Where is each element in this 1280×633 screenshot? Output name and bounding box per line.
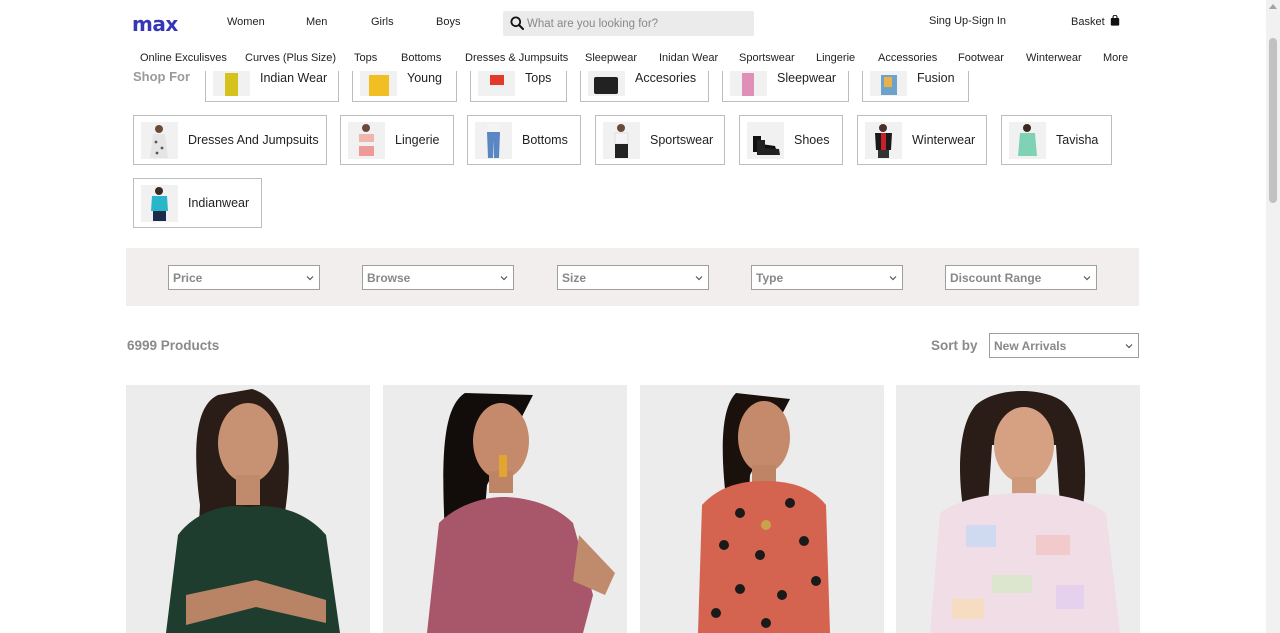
type-filter[interactable]: Type: [751, 265, 903, 290]
product-card-4[interactable]: [896, 385, 1140, 633]
basket-label: Basket: [1071, 16, 1105, 28]
discount-range-filter-label: Discount Range: [950, 271, 1042, 285]
signin-link[interactable]: Sing Up-Sign In: [929, 15, 1006, 27]
shop-for-heading: Shop For: [133, 69, 191, 84]
chevron-down-icon: [306, 276, 314, 281]
product-image: [427, 393, 615, 633]
tile-label: Fusion: [917, 71, 955, 85]
tile-label: Winterwear: [912, 133, 976, 147]
shopping-bag-icon: [1110, 15, 1119, 26]
category-nav: Online Exculisves Curves (Plus Size) Top…: [0, 44, 1266, 71]
thumbnail-image: [348, 122, 385, 159]
thumbnail-image: [141, 122, 178, 159]
search-input[interactable]: [527, 14, 747, 33]
thumbnail-image: [1009, 122, 1046, 159]
shop-tile-shoes[interactable]: Shoes: [739, 115, 843, 165]
price-filter-label: Price: [173, 271, 203, 285]
product-count: 6999 Products: [127, 338, 220, 353]
cat-online-exclusives[interactable]: Online Exculisves: [140, 52, 227, 64]
max-logo[interactable]: max: [132, 12, 178, 36]
nav-girls[interactable]: Girls: [371, 16, 394, 28]
cat-lingerie[interactable]: Lingerie: [816, 52, 855, 64]
nav-women[interactable]: Women: [227, 16, 265, 28]
product-image: [698, 393, 830, 633]
tile-label: Sleepwear: [777, 71, 837, 85]
cat-tops[interactable]: Tops: [354, 52, 377, 64]
chevron-down-icon: [889, 276, 897, 281]
chevron-down-icon: [1083, 276, 1091, 281]
cat-more[interactable]: More: [1103, 52, 1128, 64]
site-header: max Women Men Girls Boys Sing Up-Sign In…: [0, 0, 1266, 44]
size-filter[interactable]: Size: [557, 265, 709, 290]
cat-curves[interactable]: Curves (Plus Size): [245, 52, 336, 64]
nav-men[interactable]: Men: [306, 16, 327, 28]
chevron-down-icon: [1125, 344, 1133, 349]
tile-label: Sportswear: [650, 133, 714, 147]
product-card-1[interactable]: [126, 385, 370, 633]
browse-filter-label: Browse: [367, 271, 411, 285]
filter-bar: Price Browse Size Type Discount Range: [126, 248, 1139, 306]
shop-tile-bottoms[interactable]: Bottoms: [467, 115, 581, 165]
product-card-3[interactable]: [640, 385, 884, 633]
shop-tile-sportswear[interactable]: Sportswear: [595, 115, 725, 165]
type-filter-label: Type: [756, 271, 784, 285]
tile-label: Indianwear: [188, 196, 250, 210]
tile-label: Tavisha: [1056, 133, 1099, 147]
tile-label: Shoes: [794, 133, 830, 147]
basket-link[interactable]: Basket: [1071, 15, 1120, 28]
thumbnail-image: [475, 122, 512, 159]
nav-boys[interactable]: Boys: [436, 16, 460, 28]
thumbnail-image: [603, 122, 640, 159]
cat-indian-wear[interactable]: Inidan Wear: [659, 52, 718, 64]
shop-tile-tavisha[interactable]: Tavisha: [1001, 115, 1112, 165]
size-filter-label: Size: [562, 271, 587, 285]
shop-tile-indianwear[interactable]: Indianwear: [133, 178, 262, 228]
tile-label: Young: [407, 71, 442, 85]
scrollbar-thumb[interactable]: [1269, 38, 1277, 203]
scroll-up-arrow-icon[interactable]: [1269, 4, 1277, 9]
cat-footwear[interactable]: Footwear: [958, 52, 1004, 64]
tile-label: Lingerie: [395, 133, 440, 147]
tile-label: Accesories: [635, 71, 697, 85]
discount-range-filter[interactable]: Discount Range: [945, 265, 1097, 290]
shop-tile-winterwear[interactable]: Winterwear: [857, 115, 987, 165]
cat-sleepwear[interactable]: Sleepwear: [585, 52, 637, 64]
chevron-down-icon: [500, 276, 508, 281]
chevron-down-icon: [695, 276, 703, 281]
product-card-2[interactable]: [383, 385, 627, 633]
sort-select[interactable]: New Arrivals: [989, 333, 1139, 358]
tile-label: Dresses And Jumpsuits: [188, 133, 319, 147]
price-filter[interactable]: Price: [168, 265, 320, 290]
sort-value: New Arrivals: [994, 339, 1067, 353]
thumbnail-image: [865, 122, 902, 159]
thumbnail-image: [141, 185, 178, 222]
shop-tile-dresses-jumpsuits[interactable]: Dresses And Jumpsuits: [133, 115, 327, 165]
tile-label: Bottoms: [522, 133, 568, 147]
product-image: [166, 389, 340, 633]
browse-filter[interactable]: Browse: [362, 265, 514, 290]
shop-tile-lingerie[interactable]: Lingerie: [340, 115, 454, 165]
tile-label: Tops: [525, 71, 552, 85]
sort-label: Sort by: [931, 338, 978, 353]
cat-dresses-jumpsuits[interactable]: Dresses & Jumpsuits: [465, 52, 568, 64]
page-scrollbar[interactable]: [1266, 0, 1280, 633]
product-image: [930, 390, 1120, 633]
search-icon[interactable]: [510, 16, 524, 30]
search-box: [503, 11, 754, 36]
cat-winterwear[interactable]: Winterwear: [1026, 52, 1082, 64]
cat-bottoms[interactable]: Bottoms: [401, 52, 441, 64]
thumbnail-image: [747, 122, 784, 159]
tile-label: Indian Wear: [260, 71, 328, 85]
cat-accessories[interactable]: Accessories: [878, 52, 937, 64]
cat-sportswear[interactable]: Sportswear: [739, 52, 795, 64]
